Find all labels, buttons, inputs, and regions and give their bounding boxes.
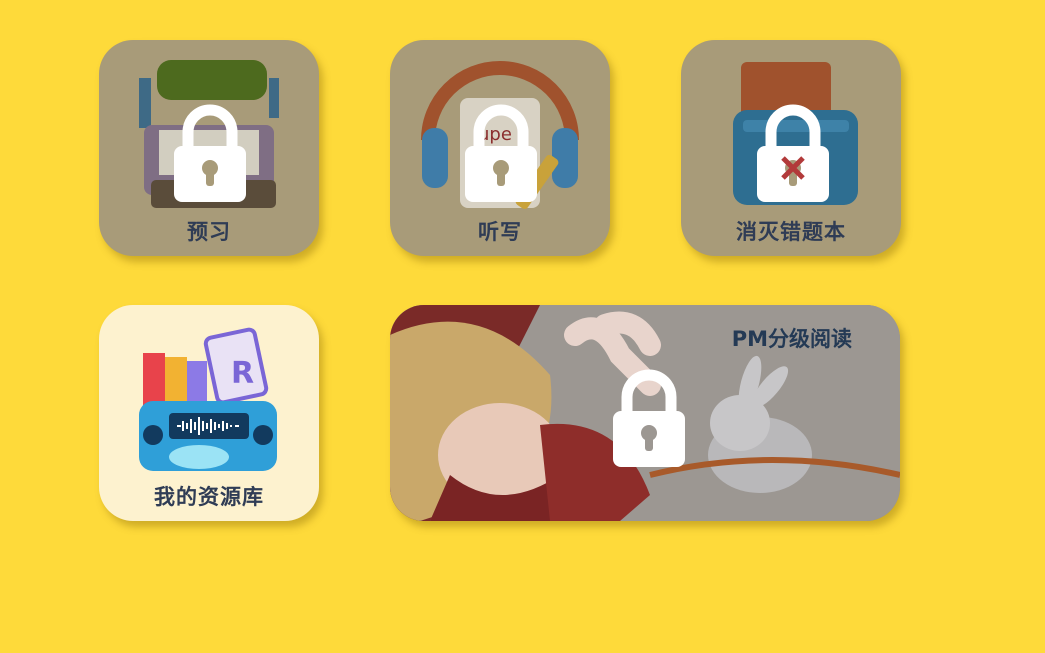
tile-label: 我的资源库	[154, 485, 264, 509]
tile-dictation[interactable]: upe 听写	[390, 40, 610, 256]
svg-text:R: R	[231, 356, 254, 391]
lock-icon	[611, 367, 687, 469]
tile-label: 消灭错题本	[736, 220, 846, 244]
tile-mistake-book[interactable]: 消灭错题本	[681, 40, 901, 256]
banner-pm-reading[interactable]: PM分级阅读	[390, 305, 900, 521]
lock-icon	[172, 102, 248, 204]
lock-icon	[463, 102, 539, 204]
tile-label: 预习	[187, 220, 231, 244]
lock-icon	[755, 102, 831, 204]
tile-label: 听写	[478, 220, 522, 244]
tile-preview[interactable]: 预习	[99, 40, 319, 256]
tile-my-resources[interactable]: R 我的资源库	[99, 305, 319, 521]
banner-title: PM分级阅读	[731, 327, 852, 351]
